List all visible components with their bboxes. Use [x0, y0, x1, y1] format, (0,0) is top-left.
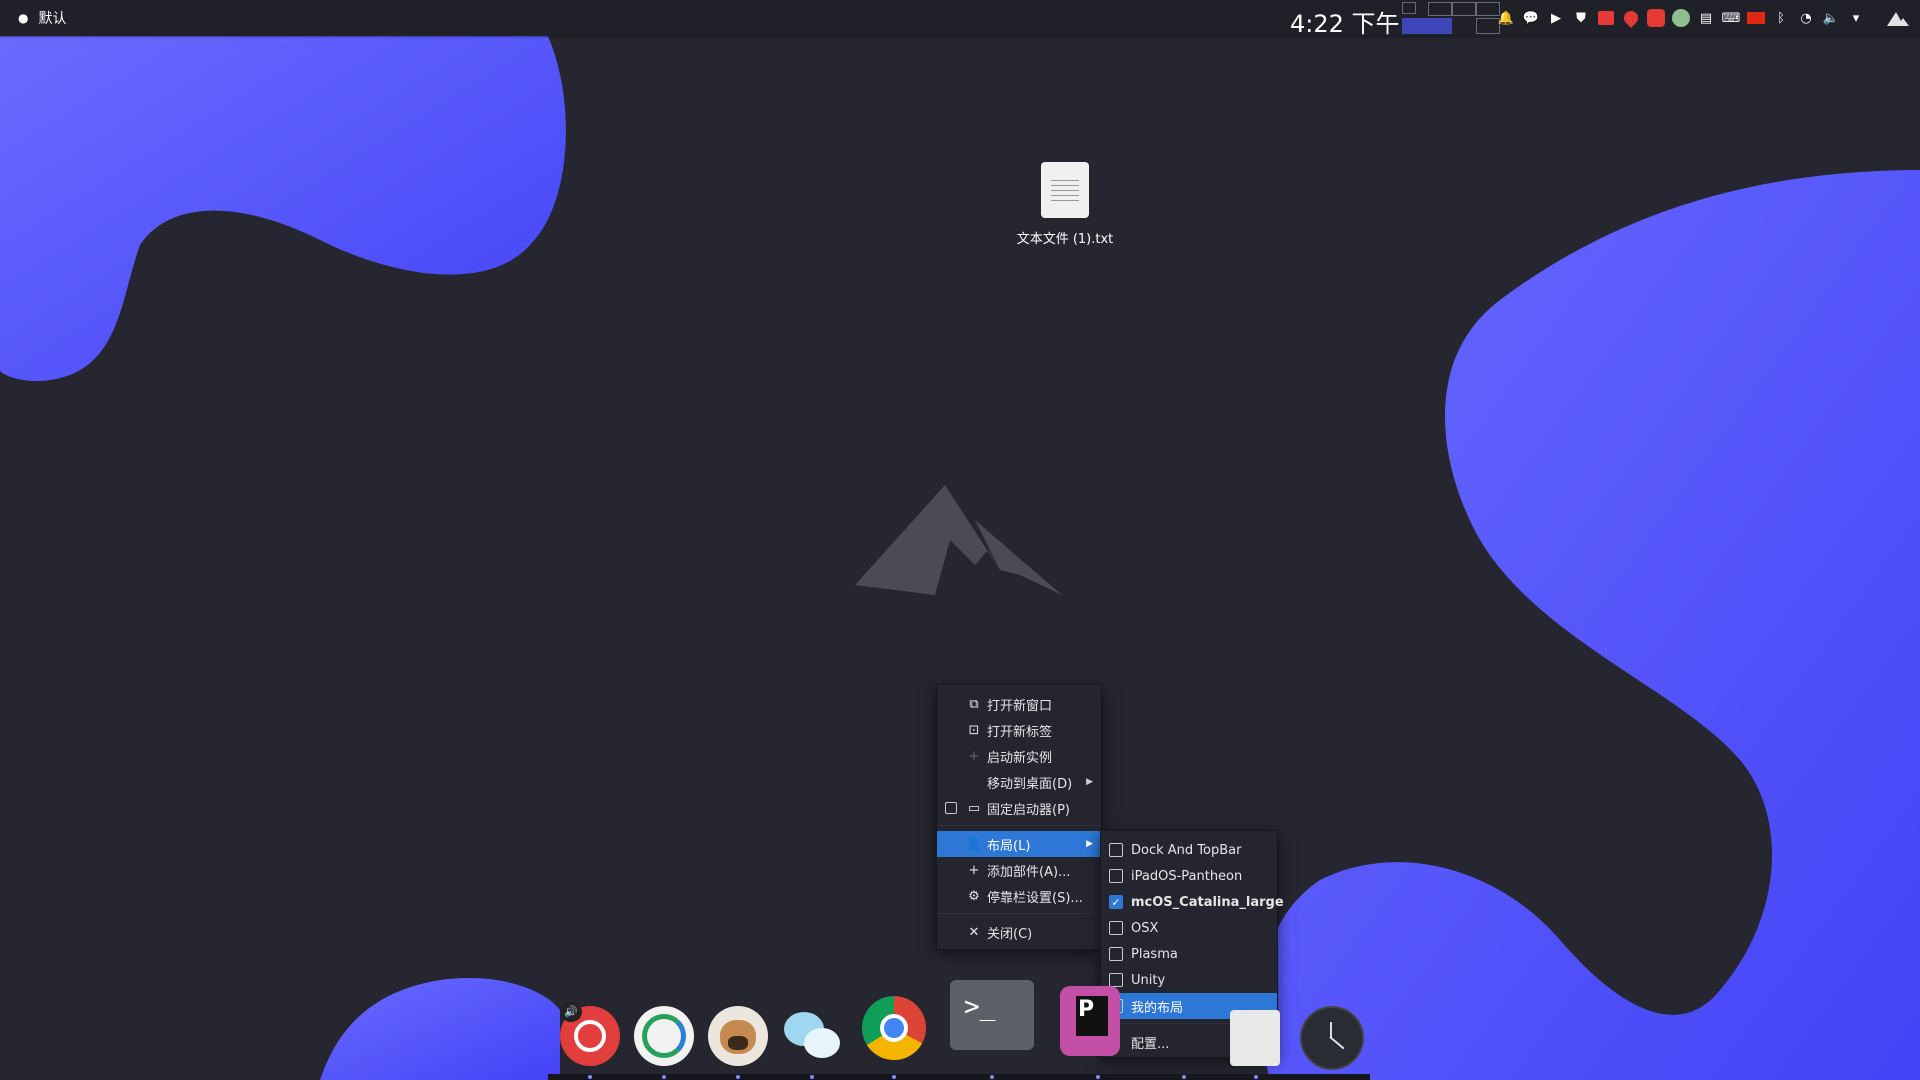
- layout-checkbox[interactable]: [1109, 843, 1123, 857]
- dock-context-menu: ⧉ 打开新窗口 ⊡ 打开新标签 + 启动新实例 移动到桌面(D) ▶ ▭ 固定启…: [936, 684, 1102, 950]
- clock[interactable]: 4:22 下午: [1290, 4, 1400, 39]
- running-indicator: [1254, 1075, 1258, 1079]
- layout-checkbox[interactable]: [1109, 869, 1123, 883]
- running-indicator: [1182, 1075, 1186, 1079]
- running-indicator: [810, 1075, 814, 1079]
- wifi-icon[interactable]: ◔: [1796, 8, 1816, 28]
- clock-app-icon[interactable]: [1300, 1006, 1364, 1070]
- pycharm-app-icon[interactable]: P: [1060, 986, 1120, 1056]
- running-indicator: [736, 1075, 740, 1079]
- pin-window-icon: ▭: [967, 800, 981, 816]
- layout-option[interactable]: OSX: [1101, 915, 1277, 941]
- layout-option[interactable]: Plasma: [1101, 941, 1277, 967]
- expand-arrow-icon[interactable]: ▾: [1846, 8, 1866, 28]
- network-app-icon[interactable]: [634, 1006, 694, 1066]
- wechat-app-icon[interactable]: [782, 1006, 842, 1066]
- menu-item-add-widgets[interactable]: + 添加部件(A)...: [937, 857, 1101, 883]
- file-label: 文本文件 (1).txt: [1016, 232, 1114, 247]
- avatar-icon[interactable]: [1671, 8, 1691, 28]
- layout-checkbox[interactable]: ✓: [1109, 895, 1123, 909]
- shield-icon[interactable]: ⛊: [1571, 8, 1591, 28]
- media-play-icon[interactable]: ▶: [1546, 8, 1566, 28]
- menu-item-new-instance[interactable]: + 启动新实例: [937, 743, 1101, 769]
- desktop-file[interactable]: 文本文件 (1).txt: [1000, 162, 1130, 247]
- netease-music-app-icon[interactable]: 🔊: [560, 1002, 620, 1066]
- keyboard-icon[interactable]: ⌨: [1721, 8, 1741, 28]
- menu-item-open-new-window[interactable]: ⧉ 打开新窗口: [937, 691, 1101, 717]
- terminal-app-icon[interactable]: >_: [950, 980, 1034, 1050]
- menu-separator: [937, 825, 1101, 826]
- mountain-watermark: [855, 485, 1062, 595]
- running-indicator: [1096, 1075, 1100, 1079]
- record-icon[interactable]: [1596, 8, 1616, 28]
- menu-item-close[interactable]: ✕ 关闭(C): [937, 919, 1101, 945]
- close-icon: ✕: [968, 924, 980, 940]
- layout-option[interactable]: ✓ mcOS_Catalina_large: [1101, 889, 1284, 915]
- running-indicator: [990, 1075, 994, 1079]
- dock-background: [548, 1074, 1370, 1080]
- menu-item-move-to-desktop[interactable]: 移动到桌面(D) ▶: [937, 769, 1101, 795]
- activity-label: 默认: [38, 11, 67, 27]
- menu-separator: [937, 913, 1101, 914]
- layout-checkbox[interactable]: [1109, 973, 1123, 987]
- submenu-arrow-icon: ▶: [1086, 777, 1093, 787]
- plus-icon: +: [968, 748, 980, 764]
- user-icon: 👤: [965, 836, 983, 852]
- plus-icon: +: [968, 862, 980, 878]
- running-indicator: [588, 1075, 592, 1079]
- volume-icon[interactable]: 🔈: [1821, 8, 1841, 28]
- pug-app-icon[interactable]: [708, 1006, 768, 1066]
- layout-checkbox[interactable]: [1109, 947, 1123, 961]
- system-tray: 🔔 💬 ▶ ⛊ ▤ ⌨ ᛒ ◔ 🔈 ▾: [1496, 6, 1866, 30]
- layout-option[interactable]: Dock And TopBar: [1101, 837, 1277, 863]
- new-tab-icon: ⊡: [968, 722, 980, 738]
- activity-switcher[interactable]: ● 默认: [18, 0, 66, 36]
- layout-option[interactable]: iPadOS-Pantheon: [1101, 863, 1277, 889]
- running-indicator: [892, 1075, 896, 1079]
- flag-cn-icon[interactable]: [1746, 8, 1766, 28]
- submenu-arrow-icon: ▶: [1086, 839, 1093, 849]
- new-window-icon: ⧉: [969, 696, 979, 712]
- desktop-pager[interactable]: [1402, 2, 1510, 34]
- bluetooth-icon[interactable]: ᛒ: [1771, 8, 1791, 28]
- volume-badge-icon: 🔊: [560, 1002, 582, 1022]
- eye-icon: ●: [18, 11, 29, 25]
- gear-icon: ⚙: [968, 888, 980, 904]
- documents-app-icon[interactable]: [1230, 1010, 1280, 1066]
- kde-logo-icon[interactable]: [1886, 8, 1910, 28]
- wechat-icon[interactable]: 💬: [1521, 8, 1541, 28]
- chrome-app-icon[interactable]: [862, 996, 926, 1060]
- netease-music-icon[interactable]: [1646, 8, 1666, 28]
- layout-checkbox[interactable]: [1109, 921, 1123, 935]
- menu-item-dock-settings[interactable]: ⚙ 停靠栏设置(S)...: [937, 883, 1101, 909]
- menu-item-open-new-tab[interactable]: ⊡ 打开新标签: [937, 717, 1101, 743]
- pocket-icon[interactable]: [1621, 8, 1641, 28]
- menu-item-pin-launcher[interactable]: ▭ 固定启动器(P): [937, 795, 1101, 821]
- calendar-icon[interactable]: ▤: [1696, 8, 1716, 28]
- top-bar: ● 默认 4:22 下午 🔔 💬 ▶ ⛊ ▤ ⌨ ᛒ ◔ 🔈 ▾: [0, 0, 1920, 39]
- menu-item-layouts[interactable]: 👤 布局(L) ▶: [937, 831, 1101, 857]
- pin-checkbox[interactable]: [945, 802, 957, 814]
- layout-option[interactable]: Unity: [1101, 967, 1277, 993]
- text-file-icon: [1041, 162, 1089, 218]
- notification-bell-icon[interactable]: 🔔: [1496, 8, 1516, 28]
- running-indicator: [662, 1075, 666, 1079]
